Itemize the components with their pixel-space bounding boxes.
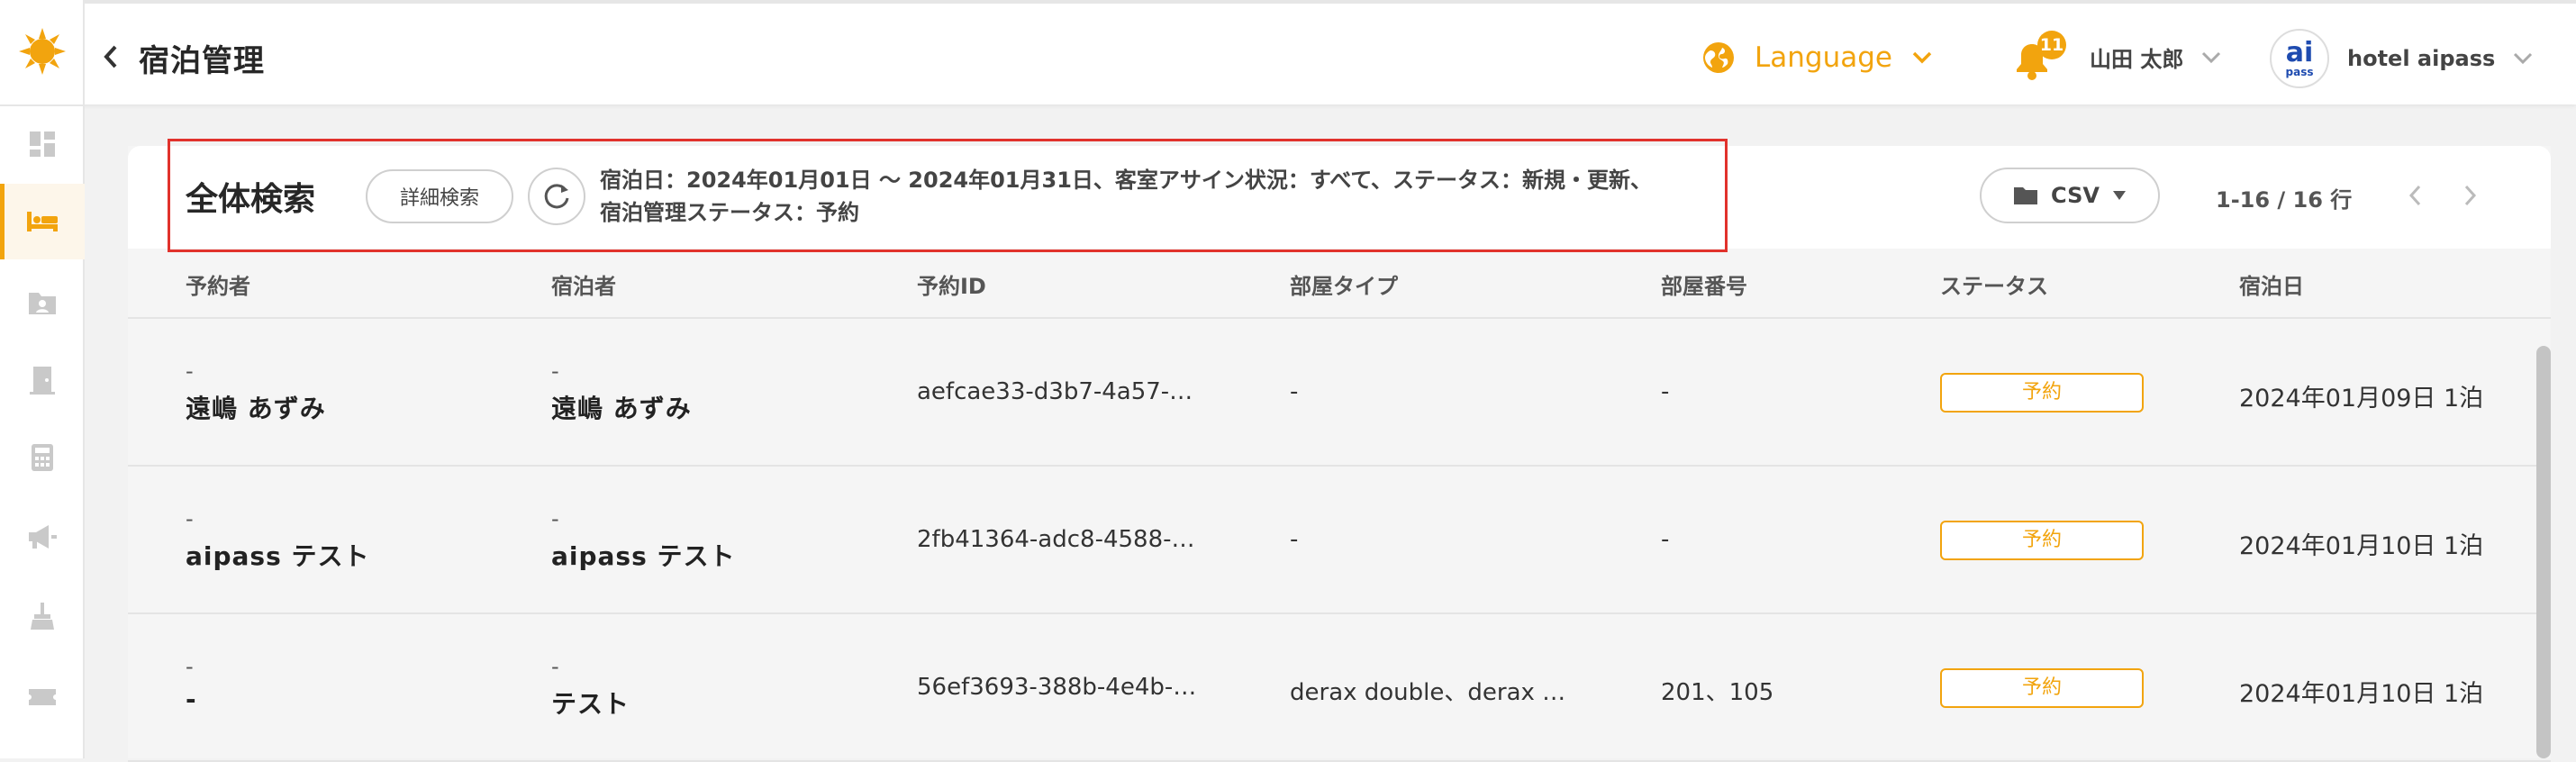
bed-icon bbox=[27, 212, 58, 231]
sun-logo-icon[interactable] bbox=[18, 27, 67, 76]
language-selector[interactable]: Language bbox=[1702, 40, 1932, 76]
column-header-status[interactable]: ステータス bbox=[1940, 268, 2048, 300]
booker-cell: - 遠嶋 あずみ bbox=[186, 358, 326, 425]
sidebar-item-dashboard[interactable] bbox=[0, 106, 85, 182]
booker-name: - bbox=[186, 685, 197, 714]
sidebar-item-rooms[interactable] bbox=[0, 342, 85, 418]
booker-name: 遠嶋 あずみ bbox=[186, 394, 326, 423]
language-label: Language bbox=[1755, 41, 1892, 74]
reservation-id: 2fb41364-adc8-4588-… bbox=[917, 526, 1195, 553]
room-number: - bbox=[1661, 378, 1670, 405]
folder-user-icon bbox=[29, 293, 56, 314]
folder-icon bbox=[2014, 187, 2038, 204]
chevron-down-icon bbox=[2202, 51, 2221, 63]
booker-kana: - bbox=[186, 654, 194, 679]
user-name: 山田 太郎 bbox=[2090, 47, 2184, 72]
aipass-logo-pass: pass bbox=[2285, 66, 2314, 78]
room-number: 201、105 bbox=[1661, 679, 1774, 706]
guest-kana: - bbox=[551, 358, 559, 384]
user-menu[interactable]: 山田 太郎 bbox=[2090, 41, 2221, 73]
vertical-scrollbar[interactable] bbox=[2536, 346, 2551, 758]
table-header: 予約者 宿泊者 予約ID 部屋タイプ 部屋番号 ステータス 宿泊日 bbox=[128, 249, 2551, 319]
column-header-guest[interactable]: 宿泊者 bbox=[551, 268, 616, 300]
calculator-icon bbox=[32, 444, 53, 471]
booker-kana: - bbox=[186, 506, 194, 531]
aipass-logo: ai pass bbox=[2270, 29, 2329, 88]
column-header-booker[interactable]: 予約者 bbox=[186, 268, 250, 300]
guest-name: aipass テスト bbox=[551, 541, 736, 571]
status-badge: 予約 bbox=[1940, 668, 2144, 708]
sidebar-item-sales[interactable] bbox=[0, 420, 85, 495]
pagination-text: 1-16 / 16 行 bbox=[2216, 187, 2353, 213]
globe-icon bbox=[1703, 42, 1734, 73]
stay-date: 2024年01月10日 1泊 bbox=[2239, 680, 2484, 708]
column-header-stay-date[interactable]: 宿泊日 bbox=[2239, 268, 2304, 300]
broom-icon bbox=[31, 603, 54, 630]
previous-page-icon[interactable] bbox=[2407, 182, 2425, 209]
ticket-icon bbox=[29, 689, 56, 705]
guest-kana: - bbox=[551, 506, 559, 531]
caret-down-icon bbox=[2112, 191, 2126, 200]
guest-name: テスト bbox=[551, 689, 630, 719]
room-number: - bbox=[1661, 526, 1670, 553]
room-type: - bbox=[1290, 378, 1299, 405]
guest-kana: - bbox=[551, 654, 559, 679]
table-row[interactable]: - aipass テスト - aipass テスト 2fb41364-adc8-… bbox=[128, 467, 2551, 614]
notification-bell[interactable]: 11 bbox=[2014, 31, 2068, 80]
reservation-id: aefcae33-d3b7-4a57-… bbox=[917, 378, 1193, 405]
back-chevron-icon[interactable] bbox=[101, 43, 121, 70]
reservation-id: 56ef3693-388b-4e4b-… bbox=[917, 674, 1197, 701]
hotel-name: hotel aipass bbox=[2347, 46, 2496, 71]
notification-count-badge: 11 bbox=[2037, 31, 2066, 59]
table-row[interactable]: - - - テスト 56ef3693-388b-4e4b-… derax dou… bbox=[128, 614, 2551, 762]
stay-date: 2024年01月10日 1泊 bbox=[2239, 532, 2484, 560]
chevron-down-icon bbox=[2514, 52, 2533, 65]
status-badge: 予約 bbox=[1940, 521, 2144, 560]
sidebar-item-customers[interactable] bbox=[0, 265, 85, 340]
search-area-highlight bbox=[168, 139, 1728, 252]
booker-kana: - bbox=[186, 358, 194, 384]
guest-name: 遠嶋 あずみ bbox=[551, 394, 692, 423]
sidebar bbox=[0, 0, 85, 758]
column-header-room-type[interactable]: 部屋タイプ bbox=[1290, 268, 1398, 300]
chevron-down-icon bbox=[1912, 51, 1932, 64]
stay-date: 2024年01月09日 1泊 bbox=[2239, 385, 2484, 413]
sidebar-item-campaign[interactable] bbox=[0, 499, 85, 575]
page-title: 宿泊管理 bbox=[139, 43, 265, 79]
sidebar-item-cleaning[interactable] bbox=[0, 578, 85, 654]
guest-cell: - aipass テスト bbox=[551, 506, 736, 573]
aipass-logo-ai: ai bbox=[2285, 37, 2314, 68]
hotel-menu[interactable]: ai pass hotel aipass bbox=[2270, 29, 2533, 88]
megaphone-icon bbox=[29, 525, 57, 549]
column-header-room-number[interactable]: 部屋番号 bbox=[1661, 268, 1747, 300]
column-header-reservation-id[interactable]: 予約ID bbox=[917, 268, 986, 300]
dashboard-icon bbox=[30, 132, 55, 157]
table-row[interactable]: - 遠嶋 あずみ - 遠嶋 あずみ aefcae33-d3b7-4a57-… -… bbox=[128, 319, 2551, 467]
guest-cell: - テスト bbox=[551, 654, 630, 721]
next-page-icon[interactable] bbox=[2461, 182, 2479, 209]
room-type: derax double、derax … bbox=[1290, 679, 1566, 706]
top-bar: 宿泊管理 Language 11 山田 太郎 ai pass hotel aip… bbox=[0, 0, 2576, 104]
booker-name: aipass テスト bbox=[186, 541, 370, 571]
csv-label: CSV bbox=[2051, 183, 2100, 208]
booker-cell: - aipass テスト bbox=[186, 506, 370, 573]
door-icon bbox=[30, 367, 55, 395]
status-badge: 予約 bbox=[1940, 373, 2144, 413]
room-type: - bbox=[1290, 526, 1299, 553]
guest-cell: - 遠嶋 あずみ bbox=[551, 358, 692, 425]
sidebar-item-tickets[interactable] bbox=[0, 659, 85, 735]
csv-button[interactable]: CSV bbox=[1980, 168, 2160, 223]
booker-cell: - - bbox=[186, 654, 197, 714]
sidebar-item-accommodation[interactable] bbox=[0, 184, 85, 259]
